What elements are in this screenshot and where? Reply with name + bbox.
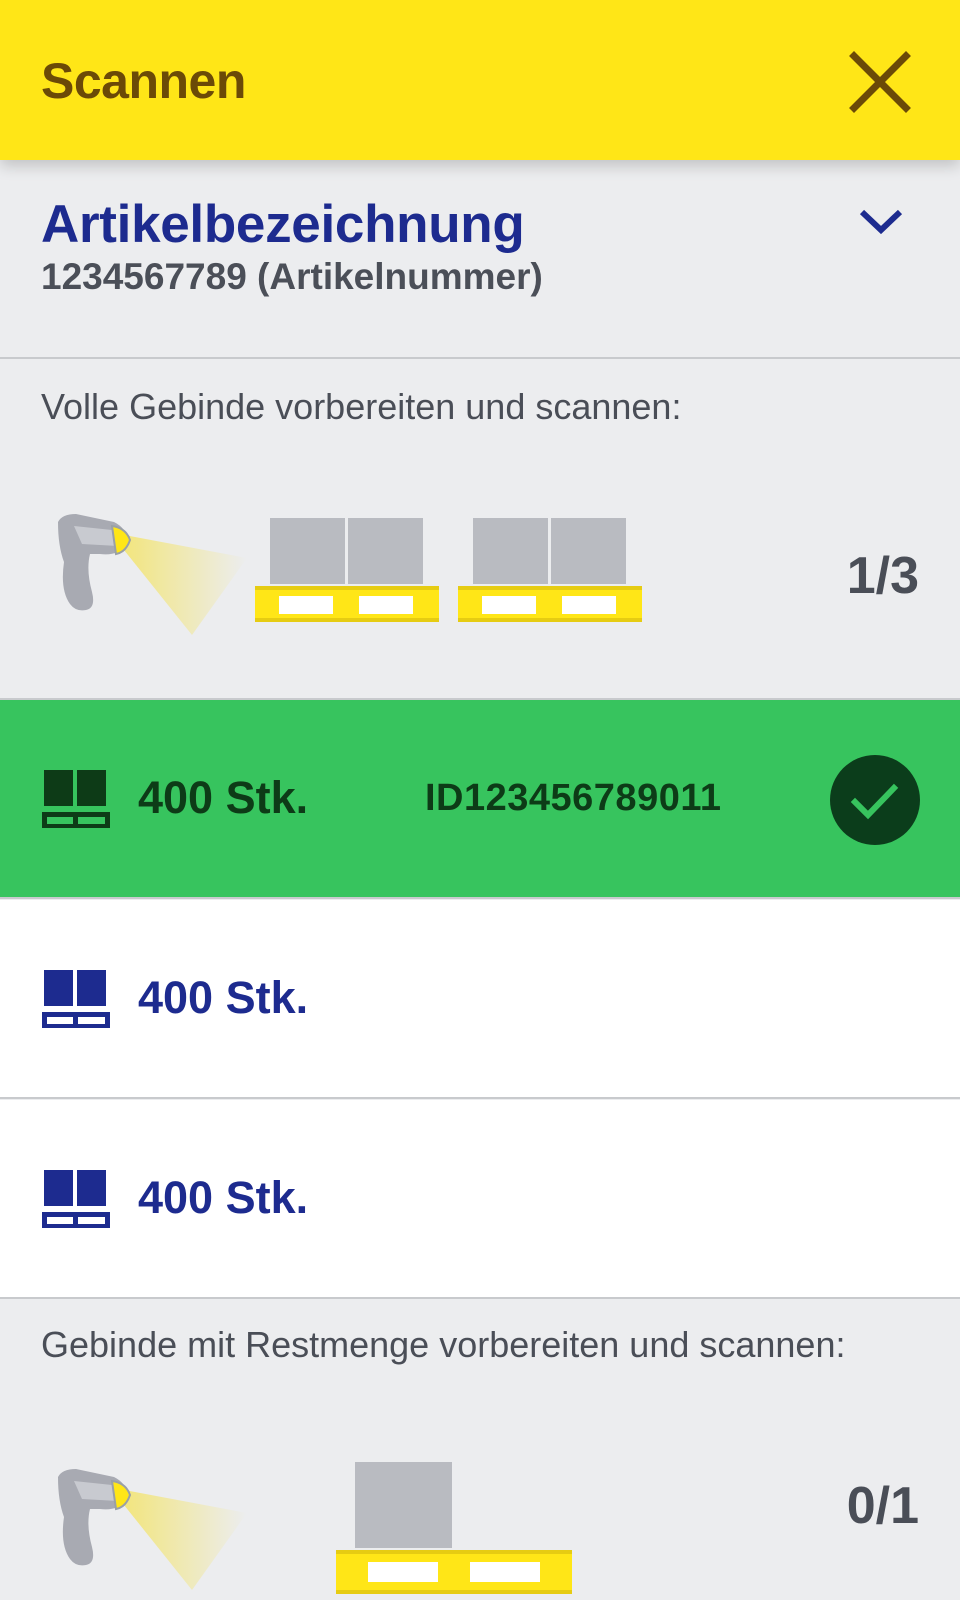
close-icon[interactable]: [846, 48, 914, 116]
container-row-pending[interactable]: 400 Stk.: [0, 1100, 960, 1299]
pallet-icon: [42, 1170, 110, 1228]
full-pallet-icon: [458, 518, 642, 622]
remainder-counter: 0/1: [846, 1477, 919, 1535]
barcode-scanner-icon: [58, 514, 247, 635]
container-id: ID123456789011: [425, 777, 722, 819]
article-number: 1234567789 (Artikelnummer): [41, 256, 543, 297]
container-quantity: 400 Stk.: [138, 972, 309, 1023]
pallet-icon: [42, 970, 110, 1028]
pallet-icon: [42, 770, 110, 828]
article-header[interactable]: Artikelbezeichnung 1234567789 (Artikelnu…: [0, 160, 960, 359]
app-bar: Scannen: [0, 0, 960, 160]
remainder-pallet-icon: [336, 1462, 572, 1594]
remainder-containers-label: Gebinde mit Restmenge vorbereiten und sc…: [41, 1324, 846, 1365]
remainder-scan-visual: 0/1: [0, 1430, 960, 1600]
full-containers-counter: 1/3: [846, 547, 919, 605]
check-icon: [830, 755, 920, 845]
container-quantity: 400 Stk.: [138, 772, 309, 823]
chevron-down-icon[interactable]: [856, 202, 906, 240]
full-containers-label: Volle Gebinde vorbereiten und scannen:: [41, 386, 682, 427]
container-quantity: 400 Stk.: [138, 1172, 309, 1223]
full-containers-scan-visual: 1/3: [0, 500, 960, 700]
barcode-scanner-icon: [58, 1469, 247, 1590]
article-name: Artikelbezeichnung: [41, 195, 525, 254]
container-row-pending[interactable]: 400 Stk.: [0, 900, 960, 1099]
container-row-scanned[interactable]: 400 Stk. ID123456789011: [0, 700, 960, 899]
full-pallet-icon: [255, 518, 439, 622]
page-title: Scannen: [41, 53, 246, 109]
